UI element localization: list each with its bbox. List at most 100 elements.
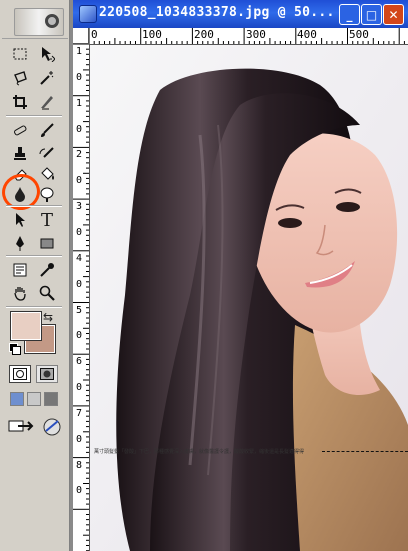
close-button[interactable]: ✕ [383,4,404,25]
full-screen-menu-mode-button[interactable] [27,392,41,406]
full-screen-mode-button[interactable] [44,392,58,406]
slice-tool[interactable] [36,91,58,113]
marquee-icon [13,48,27,60]
toolbox-separator [6,115,62,117]
type-icon: T [40,209,53,231]
pen-icon [16,236,24,251]
zoom-icon [39,285,55,301]
lasso-tool[interactable] [9,67,31,89]
history-brush-tool[interactable] [36,143,58,165]
document-titlebar[interactable]: 220508_1034833378.jpg @ 50... _ □ ✕ [73,0,408,28]
move-icon [42,47,55,62]
vertical-ruler-ticks [73,44,89,551]
crop-tool[interactable] [9,91,31,113]
toolbox-separator [6,306,62,308]
ruler-label: 0 [91,28,98,41]
ruler-label: 2 [76,149,83,161]
slice-icon [41,96,53,110]
horizontal-ruler[interactable]: 0 100 200 300 400 500 [89,28,408,45]
bucket-icon [41,167,54,180]
toolbox: T ⇆ [0,0,70,551]
ruler-label: 0 [76,175,83,187]
rectangle-tool[interactable] [36,232,58,254]
dodge-icon [40,187,54,202]
magic-wand-tool[interactable] [36,67,58,89]
ruler-label: 200 [194,28,214,41]
lasso-icon [14,71,27,86]
zoom-tool[interactable] [36,282,58,304]
ruler-label: 7 [76,407,83,419]
ruler-label: 8 [76,459,83,471]
stamp-icon [14,147,26,160]
document-title: 220508_1034833378.jpg @ 50... [99,5,335,20]
ruler-label: 6 [76,356,83,368]
notes-tool[interactable] [9,259,31,281]
pen-tool[interactable] [9,232,31,254]
guide-line [322,451,408,452]
standard-mode-button[interactable] [9,365,31,383]
photo-caption: 萬寸頭髮髮「發酸」下巴，那種感覺深入皮膚，就像醫護令護，酸酸收緊，縮後還是長髮適… [94,449,305,455]
jump-arrow-icon [8,420,34,432]
brush-icon [41,123,54,137]
brush-tool[interactable] [36,119,58,141]
standard-mode-icon [13,368,27,380]
imageready-icon [43,418,61,436]
ruler-label: 0 [76,330,83,342]
path-selection-tool[interactable] [9,209,31,231]
ruler-label: 1 [76,46,83,57]
standard-screen-mode-button[interactable] [10,392,24,406]
close-icon: ✕ [388,7,399,22]
ruler-label: 100 [142,28,162,41]
arrow-icon [16,213,25,227]
ruler-label: 400 [297,28,317,41]
document-window: 220508_1034833378.jpg @ 50... _ □ ✕ 0 10… [73,0,408,551]
hand-icon [14,287,26,301]
photoshop-logo-icon[interactable] [14,8,64,36]
ruler-label: 300 [246,28,266,41]
notes-icon [13,263,27,277]
ruler-label: 500 [349,28,369,41]
healing-brush-tool[interactable] [9,119,31,141]
ruler-label: 1 [76,97,83,109]
maximize-button[interactable]: □ [361,4,382,25]
ruler-label: 0 [76,433,83,445]
type-tool[interactable]: T [36,209,58,231]
eyedropper-tool[interactable] [36,259,58,281]
history-brush-icon [39,147,54,158]
ruler-label: 0 [76,226,83,238]
portrait-photo [90,45,408,551]
move-tool[interactable] [36,43,58,65]
foreground-color-swatch[interactable] [10,311,42,341]
ruler-label: 0 [76,278,83,290]
toolbox-header [2,2,68,39]
magic-wand-icon [40,71,54,85]
paint-bucket-tool[interactable] [36,163,58,185]
default-colors-icon[interactable] [9,343,21,355]
swap-colors-icon[interactable]: ⇆ [43,310,53,324]
ruler-label: 0 [76,382,83,394]
minimize-button[interactable]: _ [339,4,360,25]
maximize-icon: □ [365,7,378,22]
rectangle-icon [40,238,54,249]
eyedropper-icon [40,263,54,277]
ruler-origin[interactable] [73,28,89,44]
ruler-label: 0 [76,123,83,135]
marquee-tool[interactable] [9,43,31,65]
quick-mask-mode-button[interactable] [36,365,58,383]
document-icon [79,5,97,23]
image-canvas[interactable]: 萬寸頭髮髮「發酸」下巴，那種感覺深入皮膚，就像醫護令護，酸酸收緊，縮後還是長髮適… [90,45,408,551]
ruler-label: 5 [76,304,83,316]
vertical-ruler[interactable]: 1 0 1 0 2 0 3 0 4 0 5 0 6 0 7 0 8 0 [73,44,90,551]
jump-to-imageready-button[interactable] [8,416,62,438]
quick-mask-icon [40,368,54,380]
minimize-icon: _ [346,7,353,22]
toolbox-separator [6,205,62,207]
hand-tool[interactable] [9,282,31,304]
ruler-label: 4 [76,252,83,264]
bandage-icon [14,125,27,136]
ruler-label: 0 [76,71,83,83]
ruler-label: 3 [76,201,83,213]
crop-icon [13,95,27,109]
toolbox-separator [6,255,62,257]
clone-stamp-tool[interactable] [9,143,31,165]
